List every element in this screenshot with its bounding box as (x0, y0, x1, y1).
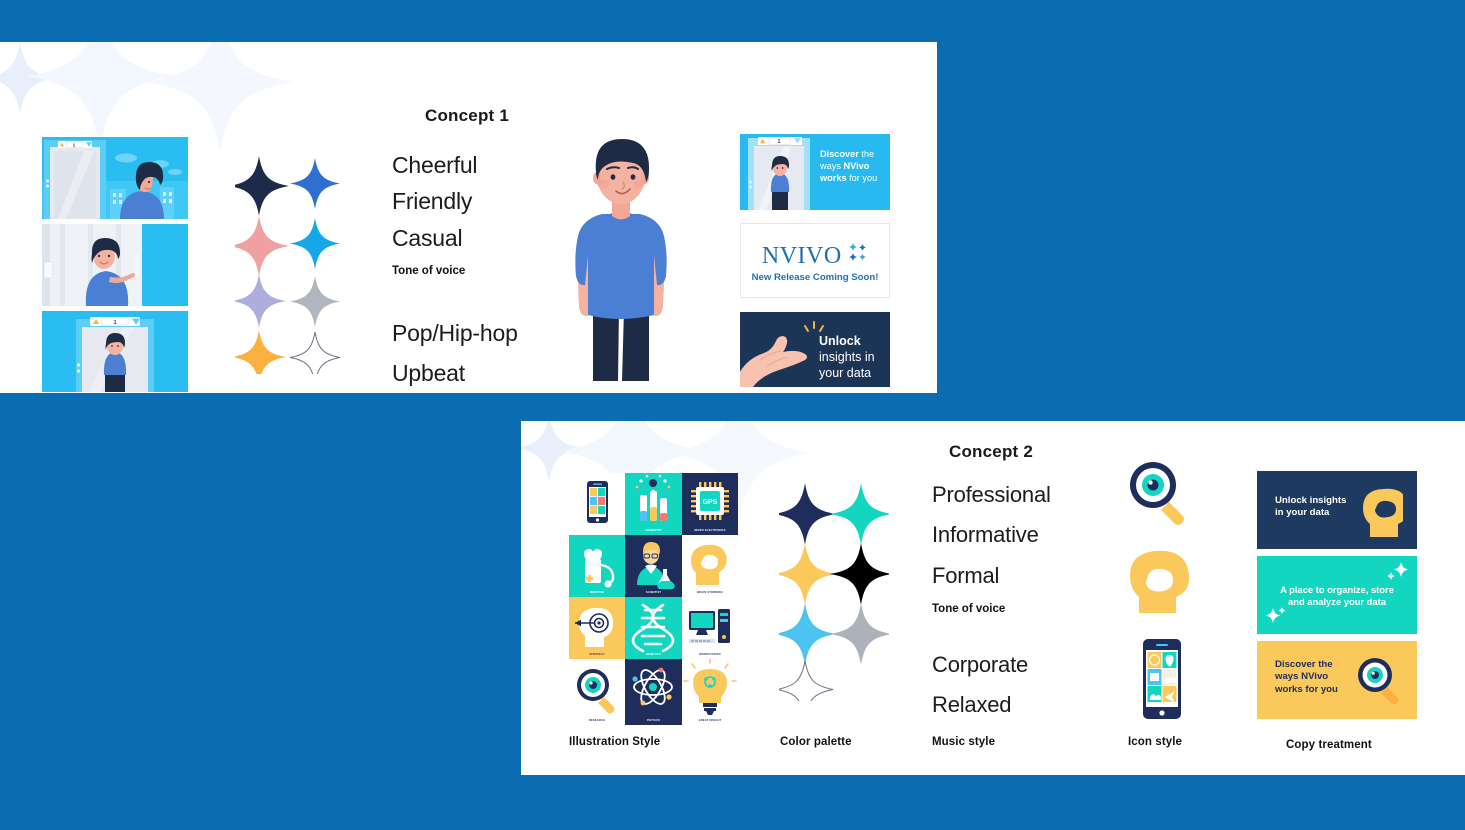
caption-illustration-style-2: Illustration Style (569, 736, 661, 748)
icon-style-head-brain (1121, 547, 1203, 619)
caption-icon-style: Icon style (1128, 736, 1183, 748)
c2-discover-line-3: works for you (1275, 683, 1338, 695)
music-word-upbeat: Upbeat (392, 360, 465, 386)
head-brain-icon (1363, 488, 1403, 537)
illustration-scene-pressing-button (42, 224, 188, 306)
concept-2-title: Concept 2 (949, 442, 1033, 461)
copy-line-3-bold: works (820, 172, 847, 183)
sparkle-icon (1387, 562, 1409, 580)
tile-label: SCIENTIST (645, 591, 662, 594)
copy-line-2-rest: ways (820, 160, 844, 171)
slide-canvas: 1 1 Concept 1 Cheerful Friendly Casual T… (0, 0, 1465, 830)
copy-panel-unlock-insights-2-text: Unlock insights in your data (1275, 495, 1346, 520)
copy-panel-discover-ways-text: Discover the ways NVivo works for you (1275, 659, 1338, 696)
concept-2-color-palette (779, 481, 889, 701)
music-word-pop-hiphop: Pop/Hip-hop (392, 320, 518, 346)
tile-label: STRATEGY (589, 653, 605, 656)
illustration-scene-outside-elevator: 1 (42, 137, 188, 219)
tile-label: WORKSTATION (699, 653, 721, 656)
concept-1-character-design (556, 134, 686, 393)
svg-text:1: 1 (778, 139, 781, 145)
tile-label: RESEARCH (588, 719, 606, 722)
concept-1-title: Concept 1 (425, 106, 509, 125)
tile-workstation: WORKSTATION (682, 597, 738, 659)
tile-label: GREAT INSIGHT (698, 719, 722, 722)
tile-chemistry: CHEMISTRY (625, 473, 682, 535)
concept-2-card: CHEMISTRY GPS MICRO ELECTRONICS MEDICINE… (521, 421, 1465, 775)
music-word-corporate: Corporate (932, 652, 1029, 677)
tone-word-cheerful: Cheerful (392, 152, 478, 178)
tile-genetics: GENETICS (625, 597, 682, 659)
concept-1-illustration-stack: 1 1 (42, 137, 188, 392)
tile-research: RESEARCH (569, 659, 625, 725)
tile-label: PHYSICS (647, 719, 660, 722)
copy-line-2-bold: NVivo (843, 160, 870, 171)
svg-text:1: 1 (73, 142, 76, 147)
c2-unlock-line-1: Unlock insights (1275, 495, 1347, 506)
copy-panel-discover-banner: 1 Discover the ways NVivo works for you (740, 134, 890, 210)
caption-color-palette-2: Color palette (780, 736, 852, 748)
concept-1-color-palette (235, 154, 345, 374)
unlock-line-3: your data (819, 366, 872, 380)
tile-label: CHEMISTRY (645, 529, 662, 532)
concept-1-card: 1 1 Concept 1 Cheerful Friendly Casual T… (0, 42, 937, 393)
tile-smartphone-apps (569, 473, 625, 535)
tile-physics: PHYSICS (625, 659, 682, 725)
caption-music-style-2: Music style (932, 736, 996, 748)
copy-panel-discover-text: Discover the ways NVivo works for you (820, 149, 877, 184)
tile-scientist: SCIENTIST (625, 535, 682, 597)
c2-organize-line-2: and analyze your data (1288, 596, 1386, 608)
c2-organize-line-1: A place to organize, store (1280, 584, 1394, 595)
nvivo-sparkle-mark (849, 243, 867, 261)
nvivo-wordmark: NVIVO (761, 243, 842, 269)
copy-panel-unlock-insights: Unlock insights in your data (740, 312, 890, 387)
illustration-scene-inside-elevator: 1 (42, 311, 188, 392)
music-word-relaxed: Relaxed (932, 692, 1012, 717)
tile-label: MEDICINE (589, 591, 605, 594)
label-tone-of-voice-1: Tone of voice (392, 265, 466, 277)
c2-discover-line-1: Discover the (1275, 659, 1333, 670)
tile-strategy: STRATEGY (569, 597, 625, 659)
unlock-line-2: insights in (819, 350, 875, 364)
copy-panel-unlock-insights-2: Unlock insights in your data (1257, 471, 1417, 549)
copy-line-3-rest: for you (846, 172, 878, 183)
copy-panel-discover-ways: Discover the ways NVivo works for you (1257, 641, 1417, 719)
icon-style-smartphone-apps (1131, 637, 1193, 723)
copy-panel-organize-store: A place to organize, store and analyze y… (1257, 556, 1417, 634)
svg-text:1: 1 (113, 320, 116, 326)
tone-word-professional: Professional (932, 482, 1051, 507)
copy-panel-organize-store-text: A place to organize, store and analyze y… (1257, 584, 1417, 608)
tile-label: GENETICS (646, 653, 661, 656)
nvivo-tagline: New Release Coming Soon! (751, 272, 879, 283)
caption-copy-treatment-2: Copy treatment (1286, 739, 1372, 751)
copy-panel-nvivo-logo: NVIVO New Release Coming Soon! (740, 223, 890, 298)
tone-word-friendly: Friendly (392, 188, 473, 214)
svg-text:GPS: GPS (703, 499, 718, 506)
tile-brainstorming: BRAIN STORMING (682, 535, 738, 597)
tile-medicine: MEDICINE (569, 535, 625, 597)
c2-unlock-line-2: in your data (1275, 507, 1330, 519)
tone-word-informative: Informative (932, 522, 1039, 547)
magnifier-eye-icon (1358, 658, 1399, 705)
icon-style-magnifier-eye (1119, 457, 1207, 527)
tile-label: MICRO ELECTRONICS (694, 529, 726, 532)
copy-line-1-bold: Discover (820, 149, 859, 159)
label-tone-of-voice-2: Tone of voice (932, 603, 1006, 615)
unlock-line-1: Unlock (819, 334, 861, 348)
tone-word-formal: Formal (932, 563, 1000, 588)
tile-great-insight: GREAT INSIGHT (682, 659, 738, 725)
c2-discover-line-2: ways NVivo (1275, 671, 1329, 683)
tone-word-casual: Casual (392, 225, 463, 251)
tile-micro-electronics: GPS MICRO ELECTRONICS (682, 473, 738, 535)
concept-2-illustration-grid: CHEMISTRY GPS MICRO ELECTRONICS MEDICINE… (569, 473, 738, 725)
copy-line-1-rest: the (858, 149, 875, 159)
copy-panel-unlock-text: Unlock insights in your data (819, 333, 875, 381)
tile-label: BRAIN STORMING (697, 591, 723, 594)
